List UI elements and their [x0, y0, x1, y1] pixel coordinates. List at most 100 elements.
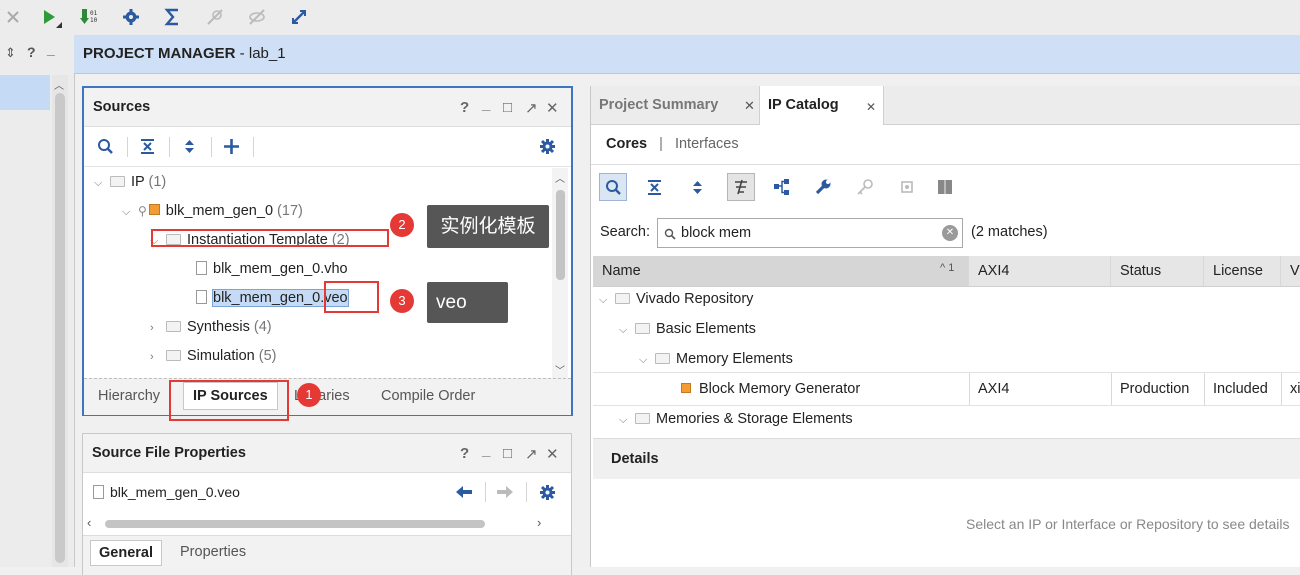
subtab-interfaces[interactable]: Interfaces	[675, 136, 739, 152]
chevron-right-icon[interactable]: ›	[150, 346, 162, 368]
close-tab-icon[interactable]: ✕	[866, 100, 876, 114]
search-icon[interactable]	[97, 138, 114, 158]
scroll-down-icon[interactable]: ﹀	[555, 362, 565, 377]
run-icon[interactable]	[38, 6, 62, 28]
table-row[interactable]: ⌵ Memory Elements	[639, 348, 793, 370]
help-button[interactable]: ?	[460, 445, 469, 462]
details-header: Details	[593, 438, 1300, 479]
tree-node-blk-mem-gen[interactable]: ⌵ ⚲ blk_mem_gen_0 (17)	[122, 200, 303, 222]
help-button[interactable]: ?	[460, 99, 469, 116]
tree-node-ip[interactable]: ⌵ IP (1)	[94, 171, 166, 193]
close-button[interactable]: ✕	[546, 445, 559, 463]
package-disabled-icon	[936, 178, 954, 199]
hierarchy-view-icon[interactable]	[773, 178, 793, 201]
search-field[interactable]: block mem ✕	[657, 218, 963, 248]
sort-indicator: ^ 1	[940, 262, 955, 274]
add-sources-icon[interactable]	[223, 138, 240, 158]
scroll-thumb[interactable]	[556, 190, 565, 280]
folder-icon	[166, 350, 181, 361]
program-device-icon[interactable]: 01 10	[78, 6, 100, 28]
tab-compile-order[interactable]: Compile Order	[381, 388, 475, 404]
subtab-cores[interactable]: Cores	[606, 136, 647, 152]
help-button[interactable]: ?	[27, 44, 36, 60]
tree-node-vho-file[interactable]: blk_mem_gen_0.vho	[194, 258, 348, 280]
table-row[interactable]: Block Memory Generator AXI4 Production I…	[593, 372, 1300, 406]
scroll-right-icon[interactable]: ›	[537, 515, 541, 530]
float-button[interactable]: ↗	[525, 99, 538, 117]
chevron-right-icon[interactable]: ›	[150, 317, 162, 339]
folder-icon	[635, 413, 650, 424]
float-button[interactable]: ↗	[525, 445, 538, 463]
clear-search-icon[interactable]: ✕	[942, 225, 958, 241]
tree-node-synthesis[interactable]: › Synthesis (4)	[150, 316, 272, 338]
ip-axi4: AXI4	[978, 381, 1010, 397]
tab-general[interactable]: General	[90, 540, 162, 566]
scroll-left-icon[interactable]: ‹	[87, 515, 91, 530]
file-icon	[196, 261, 207, 275]
chevron-down-icon[interactable]: ⌵	[619, 409, 631, 431]
chevron-down-icon[interactable]: ⌵	[94, 172, 106, 194]
source-file-properties-title: Source File Properties	[92, 445, 246, 461]
nav-scrollbar[interactable]: ︿	[52, 75, 68, 567]
expand-all-icon[interactable]	[181, 138, 198, 158]
scroll-up-icon[interactable]: ︿	[54, 77, 64, 92]
ip-core-icon	[148, 204, 160, 215]
forward-arrow-icon	[496, 484, 514, 503]
settings-gear-icon[interactable]	[120, 6, 142, 28]
annotation-callout-3: veo	[427, 282, 508, 323]
horizontal-scrollbar[interactable]: ‹ ›	[87, 515, 549, 531]
search-input-value[interactable]: block mem	[681, 225, 751, 241]
chevron-down-icon[interactable]: ⌵	[639, 349, 651, 371]
column-name[interactable]: Name ^ 1	[593, 256, 969, 286]
chevron-down-icon[interactable]: ⌵	[122, 201, 134, 223]
column-axi4[interactable]: AXI4	[969, 256, 1111, 286]
filter-toggle-button[interactable]	[727, 173, 755, 201]
filter-icon	[735, 179, 747, 195]
maximize-button[interactable]: □	[503, 99, 512, 116]
chevron-down-icon[interactable]: ⌵	[619, 319, 631, 341]
tab-hierarchy[interactable]: Hierarchy	[98, 388, 160, 404]
scroll-up-icon[interactable]: ︿	[555, 170, 565, 185]
tab-properties[interactable]: Properties	[180, 544, 246, 560]
key-disabled-icon	[856, 178, 874, 199]
project-manager-title: PROJECT MANAGER	[83, 45, 236, 62]
tab-project-summary[interactable]: Project Summary ✕	[591, 86, 758, 124]
gear-icon[interactable]	[539, 138, 556, 158]
back-arrow-icon[interactable]	[455, 484, 473, 503]
close-tab-icon[interactable]: ✕	[744, 98, 755, 114]
file-icon	[93, 485, 104, 499]
tab-ip-catalog[interactable]: IP Catalog ✕	[759, 86, 884, 125]
folder-icon	[635, 323, 650, 334]
close-icon[interactable]	[2, 6, 24, 28]
scroll-thumb[interactable]	[55, 93, 65, 563]
table-row[interactable]: ⌵ Memories & Storage Elements	[619, 408, 853, 430]
table-row[interactable]: ⌵ Basic Elements	[619, 318, 756, 340]
bitstream-tool-icon[interactable]	[288, 6, 310, 28]
column-status[interactable]: Status	[1111, 256, 1204, 286]
column-version[interactable]: V	[1281, 256, 1300, 286]
selected-nav-item[interactable]	[0, 75, 50, 110]
gear-icon[interactable]	[539, 484, 556, 504]
minimize-button[interactable]: _	[47, 41, 55, 57]
close-button[interactable]: ✕	[546, 99, 559, 117]
column-license[interactable]: License	[1204, 256, 1281, 286]
tree-node-simulation[interactable]: › Simulation (5)	[150, 345, 276, 367]
expand-all-icon[interactable]	[689, 179, 706, 199]
details-hint: Select an IP or Interface or Repository …	[966, 516, 1290, 532]
scroll-thumb[interactable]	[105, 520, 485, 528]
collapse-all-icon[interactable]	[646, 179, 663, 199]
collapse-all-icon[interactable]	[139, 138, 156, 158]
sort-icon[interactable]: ⇕	[5, 45, 16, 61]
chevron-down-icon[interactable]: ⌵	[599, 289, 611, 311]
maximize-button[interactable]: □	[503, 445, 512, 462]
sigma-icon[interactable]	[162, 6, 184, 28]
minimize-button[interactable]: _	[482, 96, 490, 113]
minimize-button[interactable]: _	[482, 442, 490, 459]
file-name-row: blk_mem_gen_0.veo	[91, 484, 240, 500]
wrench-icon[interactable]	[814, 178, 832, 199]
search-icon	[606, 180, 621, 195]
tree-scrollbar[interactable]: ︿ ﹀	[552, 168, 568, 378]
svg-text:01: 01	[90, 10, 98, 17]
table-row[interactable]: ⌵ Vivado Repository	[599, 288, 753, 310]
search-toggle-button[interactable]	[599, 173, 627, 201]
